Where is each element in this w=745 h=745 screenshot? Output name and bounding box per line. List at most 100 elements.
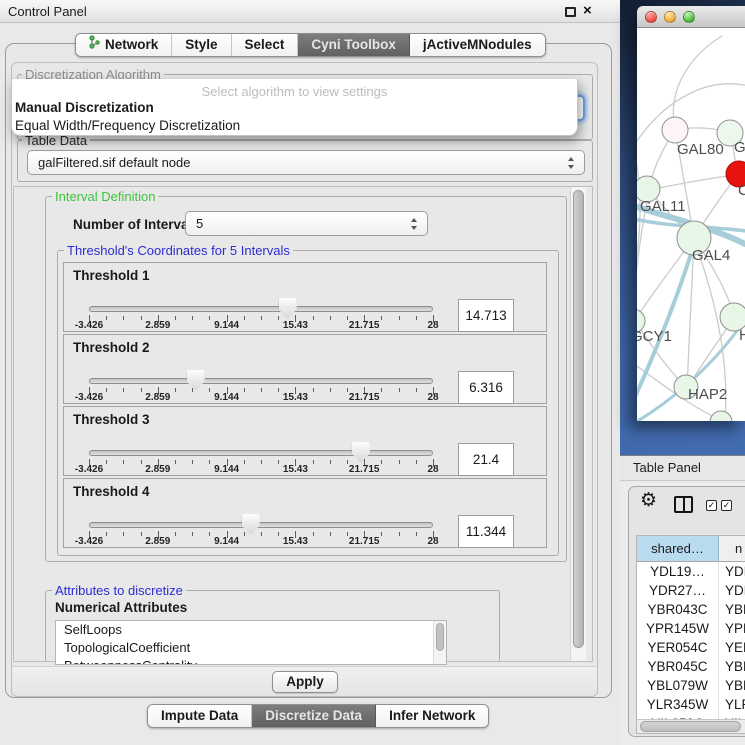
node-label: GA — [734, 139, 745, 156]
scrollbar-thumb[interactable] — [573, 190, 584, 648]
threshold-panel: Threshold 1 -3.4262.8599.14415.4321.7152… — [63, 262, 547, 332]
tick-mark — [399, 388, 400, 392]
threshold-value-field[interactable]: 21.4 — [458, 443, 514, 476]
network-edge[interactable] — [673, 36, 722, 130]
table-cell[interactable]: YBR0 — [719, 600, 745, 619]
tab-jactivemnodules[interactable]: jActiveMNodules — [410, 34, 545, 56]
tick-label: 2.859 — [128, 392, 188, 403]
network-icon — [89, 34, 100, 56]
checkbox-icon[interactable]: ✓ — [721, 500, 732, 511]
tick-mark — [192, 532, 193, 536]
table-cell[interactable]: YDL19… — [637, 562, 719, 581]
threshold-panel: Threshold 3 -3.4262.8599.14415.4321.7152… — [63, 406, 547, 476]
node-label: GAL4 — [692, 247, 730, 264]
number-of-intervals-combobox[interactable]: 5 — [185, 211, 428, 236]
scrollbar-thumb[interactable] — [640, 721, 741, 732]
network-canvas[interactable]: GAL80GACGAL11GAL4GCY1HHAP2 — [637, 28, 745, 421]
tick-label: 9.144 — [197, 320, 257, 331]
numerical-attributes-list[interactable]: SelfLoopsTopologicalCoefficientBetweenne… — [55, 620, 447, 665]
table-row[interactable]: YBR043CYBR0 — [637, 600, 745, 619]
tick-label: 15.43 — [265, 320, 325, 331]
table-cell[interactable]: YPR145W — [637, 619, 719, 638]
network-node-gal80[interactable] — [662, 117, 688, 143]
column-layout-icon[interactable] — [674, 496, 693, 513]
tab-style[interactable]: Style — [172, 34, 231, 56]
tab-network[interactable]: Network — [76, 34, 172, 56]
gear-icon[interactable]: ⚙ — [640, 491, 657, 510]
network-graph: GAL80GACGAL11GAL4GCY1HHAP2 — [637, 28, 745, 421]
apply-button[interactable]: Apply — [272, 671, 338, 693]
table-cell[interactable]: YLR3 — [719, 695, 745, 714]
minimize-traffic-light-icon[interactable] — [664, 11, 676, 23]
popup-option-manual-discretization[interactable]: Manual Discretization — [15, 100, 154, 115]
node-attribute-table[interactable]: shared…nYDL19…YDL1YDR27…YDR2YBR043CYBR0Y… — [636, 535, 745, 734]
table-row[interactable]: YDR27…YDR2 — [637, 581, 745, 600]
network-window-titlebar[interactable] — [637, 6, 745, 28]
tab-label: Style — [185, 34, 217, 56]
threshold-panel: Threshold 2 -3.4262.8599.14415.4321.7152… — [63, 334, 547, 404]
zoom-traffic-light-icon[interactable] — [683, 11, 695, 23]
tick-mark — [330, 460, 331, 464]
table-row[interactable]: YBR045CYBR0 — [637, 657, 745, 676]
scrollbar-thumb[interactable] — [436, 623, 444, 651]
list-item[interactable]: BetweennessCentrality — [56, 657, 446, 665]
node-label: C — [738, 182, 745, 199]
threshold-value-field[interactable]: 14.713 — [458, 299, 514, 332]
tick-mark — [192, 460, 193, 464]
tab-impute-data[interactable]: Impute Data — [148, 705, 252, 727]
table-cell[interactable]: YPR1 — [719, 619, 745, 638]
table-cell[interactable]: YBL079W — [637, 676, 719, 695]
tab-label: Select — [245, 34, 285, 56]
tick-label: 2.859 — [128, 464, 188, 475]
table-cell[interactable]: YDL1 — [719, 562, 745, 581]
network-edge[interactable] — [649, 175, 737, 190]
tick-mark — [261, 316, 262, 320]
column-header-shared-name[interactable]: shared… — [637, 536, 719, 561]
close-traffic-light-icon[interactable] — [645, 11, 657, 23]
node-label: GAL80 — [677, 141, 724, 158]
panel-title: Control Panel — [8, 4, 87, 19]
tick-mark — [261, 460, 262, 464]
table-cell[interactable]: YDR2 — [719, 581, 745, 600]
table-cell[interactable]: YLR345W — [637, 695, 719, 714]
tick-label: 28 — [403, 320, 463, 331]
threshold-value-field[interactable]: 6.316 — [458, 371, 514, 404]
table-row[interactable]: YPR145WYPR1 — [637, 619, 745, 638]
tick-label: 21.715 — [334, 536, 394, 547]
table-cell[interactable]: YER054C — [637, 638, 719, 657]
tick-mark — [261, 388, 262, 392]
popup-hint-text: Select algorithm to view settings — [12, 84, 577, 99]
network-view-window[interactable]: GAL80GACGAL11GAL4GCY1HHAP2 — [637, 6, 745, 421]
checkbox-icon[interactable]: ✓ — [706, 500, 717, 511]
close-icon[interactable]: × — [583, 2, 592, 19]
float-window-icon[interactable] — [565, 7, 576, 17]
node-label: GCY1 — [637, 328, 672, 345]
horizontal-scrollbar[interactable] — [637, 719, 745, 733]
tab-discretize-data[interactable]: Discretize Data — [252, 705, 376, 727]
tab-cyni-toolbox[interactable]: Cyni Toolbox — [298, 34, 410, 56]
table-row[interactable]: YLR345WYLR3 — [637, 695, 745, 714]
table-row[interactable]: YER054CYER0 — [637, 638, 745, 657]
threshold-value-field[interactable]: 11.344 — [458, 515, 514, 548]
table-data-combobox[interactable]: galFiltered.sif default node — [27, 150, 585, 175]
table-cell[interactable]: YBR045C — [637, 657, 719, 676]
network-node[interactable] — [710, 411, 732, 421]
column-header-name[interactable]: n — [719, 536, 745, 561]
table-cell[interactable]: YDR27… — [637, 581, 719, 600]
tick-label: -3.426 — [59, 320, 119, 331]
table-cell[interactable]: YBR0 — [719, 657, 745, 676]
popup-option-equal-width-frequency-discretization[interactable]: Equal Width/Frequency Discretization — [15, 118, 240, 133]
vertical-scrollbar[interactable] — [570, 187, 586, 661]
node-label: HAP2 — [688, 386, 727, 403]
tab-select[interactable]: Select — [232, 34, 299, 56]
list-item[interactable]: SelfLoops — [56, 621, 446, 639]
table-row[interactable]: YDL19…YDL1 — [637, 562, 745, 581]
table-cell[interactable]: YBL0 — [719, 676, 745, 695]
list-scrollbar[interactable] — [433, 621, 446, 664]
table-cell[interactable]: YER0 — [719, 638, 745, 657]
tab-infer-network[interactable]: Infer Network — [376, 705, 488, 727]
table-row[interactable]: YBL079WYBL0 — [637, 676, 745, 695]
table-cell[interactable]: YBR043C — [637, 600, 719, 619]
list-item[interactable]: TopologicalCoefficient — [56, 639, 446, 657]
control-panel-tabbar: Network Style Select Cyni ToolboxjActiveMNo… — [75, 33, 546, 57]
